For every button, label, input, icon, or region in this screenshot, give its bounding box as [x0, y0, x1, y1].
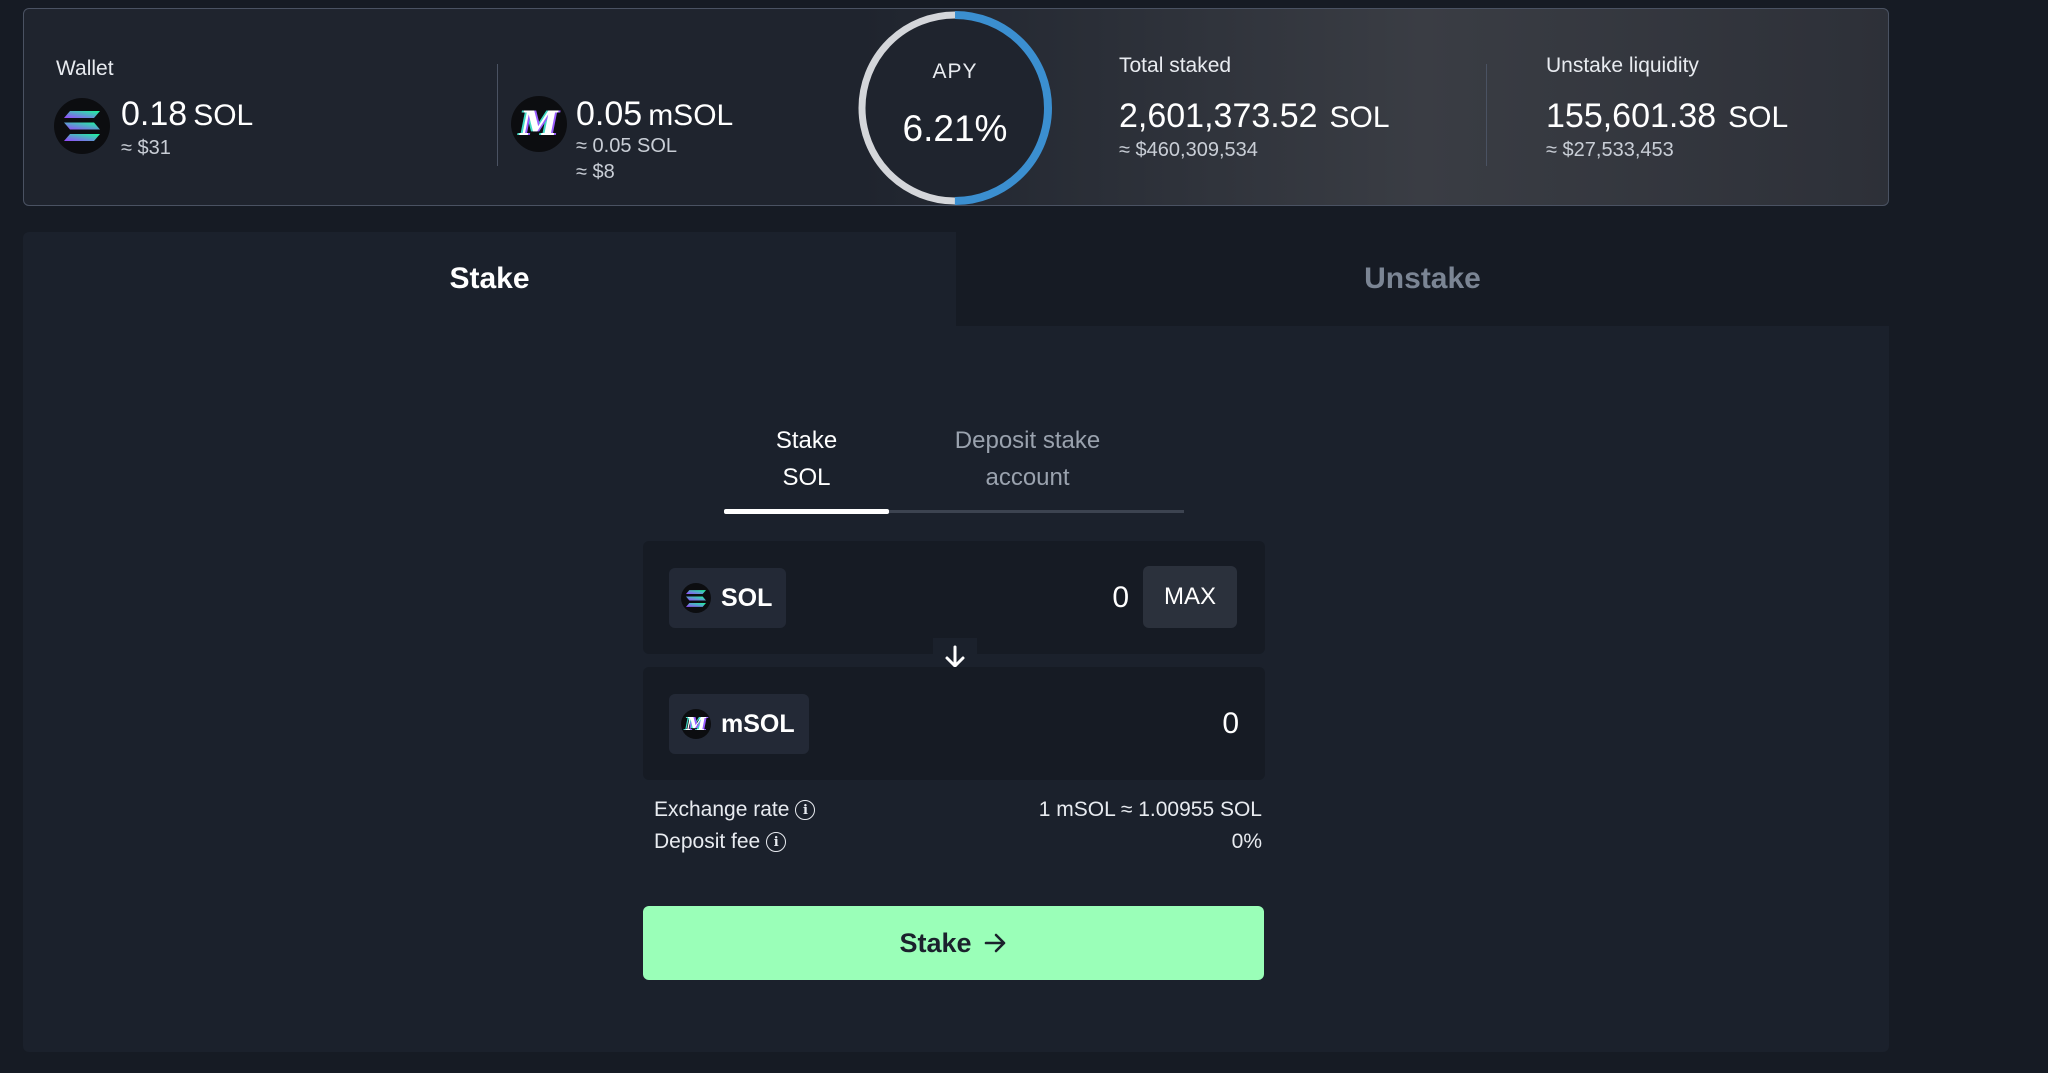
wallet-msol-in-sol: ≈ 0.05 SOL — [576, 135, 678, 157]
deposit-fee-label: Deposit fee — [654, 830, 761, 853]
input-token-selector[interactable]: SOL — [669, 568, 787, 628]
unstake-liquidity-usd: ≈ $27,533,453 — [1546, 139, 1674, 161]
total-staked-value: 2,601,373.52 SOL — [1119, 97, 1390, 136]
wallet-sol-amount: 0.18 — [121, 95, 188, 133]
solana-logo-icon — [681, 583, 711, 613]
info-icon[interactable]: i — [795, 800, 816, 820]
subtab-stake-sol-line1: Stake — [775, 427, 838, 454]
exchange-rate-label: Exchange rate — [654, 798, 790, 821]
apy-value: 6.21% — [902, 108, 1008, 149]
msol-logo-icon: M — [681, 709, 711, 739]
wallet-msol-unit: mSOL — [648, 99, 734, 132]
deposit-fee-label-wrap: Deposit fee i — [654, 830, 787, 854]
exchange-rate-label-wrap: Exchange rate i — [654, 798, 816, 822]
subtab-active-indicator — [724, 509, 889, 514]
wallet-sol-usd: ≈ $31 — [121, 137, 171, 159]
wallet-msol-amount: 0.05 — [576, 95, 643, 133]
wallet-sol-unit: SOL — [193, 99, 254, 132]
max-button[interactable]: MAX — [1143, 566, 1237, 628]
subtab-deposit-stake-account[interactable]: Deposit stake account — [935, 422, 1120, 496]
page: Wallet 0.18 SOL ≈ $31 M 0.05 mSOL ≈ 0.05… — [0, 0, 2048, 1073]
wallet-msol-usd: ≈ $8 — [576, 161, 615, 183]
msol-logo-icon: M — [511, 96, 567, 152]
solana-logo-icon — [54, 98, 110, 154]
output-token-selector[interactable]: M mSOL — [669, 694, 809, 754]
output-token-box: M mSOL 0 — [643, 667, 1265, 780]
arrow-right-icon — [984, 933, 1005, 953]
stake-button[interactable]: Stake — [643, 906, 1264, 980]
exchange-rate-value: 1 mSOL ≈ 1.00955 SOL — [1038, 798, 1262, 821]
apy-label: APY — [932, 60, 978, 83]
input-amount-field[interactable]: 0 — [1112, 581, 1129, 615]
unstake-liquidity-amount: 155,601.38 — [1546, 97, 1717, 135]
subtab-stake-sol[interactable]: Stake SOL — [724, 422, 889, 496]
divider — [497, 64, 498, 166]
tab-unstake[interactable]: Unstake — [956, 232, 1889, 326]
unstake-liquidity-label: Unstake liquidity — [1546, 54, 1699, 77]
info-icon[interactable]: i — [766, 832, 787, 852]
total-staked-usd: ≈ $460,309,534 — [1119, 139, 1258, 161]
wallet-label: Wallet — [56, 57, 114, 80]
input-token-label: SOL — [721, 583, 773, 612]
wallet-sol-balance: 0.18 SOL — [121, 95, 253, 134]
unstake-liquidity-value: 155,601.38 SOL — [1546, 97, 1788, 136]
divider — [1486, 64, 1487, 166]
unstake-liquidity-unit: SOL — [1728, 101, 1789, 134]
total-staked-unit: SOL — [1329, 101, 1390, 134]
total-staked-amount: 2,601,373.52 — [1119, 97, 1318, 135]
output-token-label: mSOL — [721, 709, 795, 738]
subtab-deposit-line1: Deposit stake — [954, 427, 1101, 454]
subtab-deposit-line2: account — [985, 464, 1070, 491]
output-amount-field: 0 — [1222, 707, 1239, 740]
deposit-fee-value: 0% — [1231, 830, 1262, 853]
tab-stake[interactable]: Stake — [23, 232, 956, 326]
wallet-msol-balance: 0.05 mSOL — [576, 95, 733, 134]
total-staked-label: Total staked — [1119, 54, 1232, 77]
stake-button-label: Stake — [899, 927, 972, 958]
subtab-stake-sol-line2: SOL — [782, 464, 831, 491]
